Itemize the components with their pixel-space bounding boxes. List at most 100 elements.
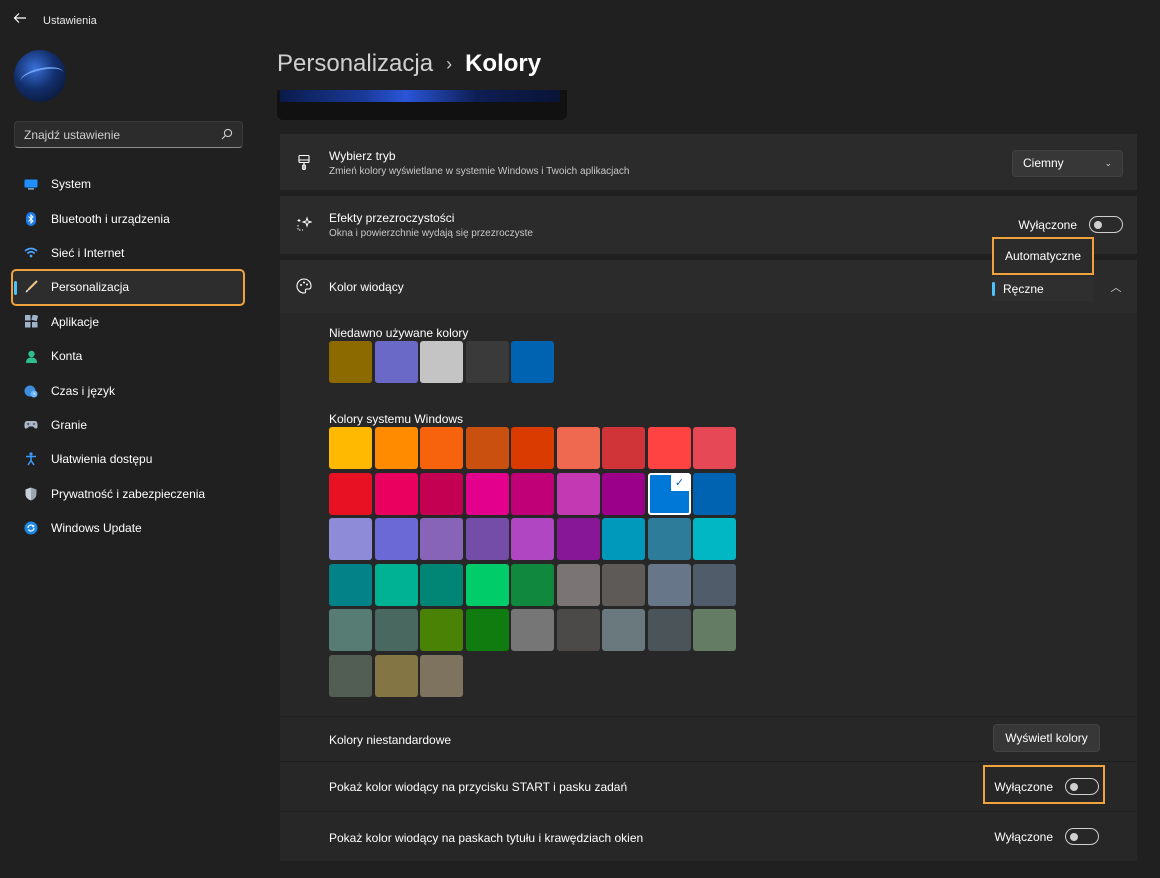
windows-color-swatch[interactable] — [556, 472, 600, 515]
windows-color-swatch[interactable] — [602, 563, 645, 606]
recent-color-swatch[interactable] — [329, 341, 372, 383]
sidebar-item-privacy[interactable]: Prywatność i zabezpieczenia — [12, 477, 244, 511]
windows-color-swatch[interactable] — [602, 472, 645, 515]
breadcrumb-parent[interactable]: Personalizacja — [277, 50, 433, 78]
chevron-up-icon[interactable]: ︿ — [1105, 278, 1127, 298]
mode-title: Wybierz tryb — [329, 149, 396, 163]
accent-option-manual[interactable]: Ręczne — [992, 277, 1093, 301]
windows-color-swatch[interactable] — [693, 609, 736, 652]
update-icon — [24, 521, 38, 535]
windows-color-swatch[interactable] — [647, 609, 691, 652]
windows-color-swatch[interactable] — [374, 518, 418, 561]
windows-color-swatch[interactable] — [420, 427, 463, 469]
windows-color-swatch[interactable] — [465, 427, 509, 469]
sidebar-item-time-language[interactable]: Czas i język — [12, 373, 244, 407]
transparency-toggle[interactable] — [1089, 216, 1123, 233]
sidebar-item-gaming[interactable]: Granie — [12, 408, 244, 442]
windows-color-swatch[interactable] — [647, 427, 691, 469]
windows-color-swatch[interactable] — [511, 563, 554, 606]
windows-color-swatch[interactable] — [420, 518, 463, 561]
view-colors-button[interactable]: Wyświetl kolory — [993, 724, 1100, 752]
sidebar-item-accounts[interactable]: Konta — [12, 339, 244, 373]
recent-color-swatch[interactable] — [511, 341, 554, 383]
show-accent-titlebars-toggle[interactable] — [1065, 828, 1099, 845]
globe-clock-icon — [24, 384, 38, 398]
windows-color-swatch[interactable] — [420, 655, 463, 697]
show-accent-titlebars-label: Pokaż kolor wiodący na paskach tytułu i … — [329, 831, 644, 845]
windows-color-swatch[interactable] — [329, 472, 372, 515]
windows-color-swatch[interactable] — [374, 427, 418, 469]
app-title: Ustawienia — [43, 15, 97, 27]
transparency-toggle-group: Wyłączone — [1018, 216, 1123, 233]
windows-color-swatch[interactable] — [374, 472, 418, 515]
windows-color-swatch[interactable] — [329, 563, 372, 606]
sidebar-item-personalization[interactable]: Personalizacja — [11, 269, 245, 306]
windows-color-swatch[interactable] — [329, 427, 372, 469]
sidebar-item-bluetooth[interactable]: Bluetooth i urządzenia — [12, 201, 244, 235]
windows-color-swatch[interactable] — [374, 563, 418, 606]
windows-color-swatch[interactable] — [420, 563, 463, 606]
recent-color-swatch[interactable] — [374, 341, 418, 383]
windows-color-swatch[interactable] — [556, 563, 600, 606]
windows-color-swatch[interactable] — [465, 472, 509, 515]
windows-color-swatch[interactable] — [602, 427, 645, 469]
mode-description: Zmień kolory wyświetlane w systemie Wind… — [329, 166, 630, 177]
windows-color-swatch[interactable] — [511, 518, 554, 561]
show-accent-titlebars-state: Wyłączone — [994, 829, 1053, 844]
windows-color-swatch[interactable] — [693, 563, 736, 606]
windows-color-swatch[interactable] — [465, 609, 509, 652]
show-accent-titlebars-toggle-group: Wyłączone — [994, 828, 1099, 845]
windows-color-swatch[interactable] — [329, 655, 372, 697]
windows-color-swatch[interactable] — [374, 655, 418, 697]
sidebar-item-windows-update[interactable]: Windows Update — [12, 511, 244, 545]
windows-color-swatch[interactable] — [693, 427, 736, 469]
windows-color-swatch[interactable] — [420, 472, 463, 515]
windows-color-swatch[interactable] — [420, 609, 463, 652]
chevron-down-icon: ⌄ — [1104, 158, 1112, 168]
windows-color-swatch[interactable] — [465, 518, 509, 561]
windows-color-swatch[interactable] — [374, 609, 418, 652]
sidebar-item-network[interactable]: Sieć i Internet — [12, 236, 244, 270]
shield-icon — [24, 487, 38, 501]
wifi-icon — [24, 246, 38, 260]
show-accent-titlebars-row: Pokaż kolor wiodący na paskach tytułu i … — [280, 811, 1137, 861]
accent-option-automatic[interactable]: Automatyczne — [992, 237, 1094, 275]
search-icon[interactable] — [221, 128, 233, 140]
windows-color-swatch[interactable] — [511, 427, 554, 469]
mode-dropdown[interactable]: Ciemny ⌄ — [1012, 150, 1123, 177]
windows-color-swatch[interactable] — [556, 609, 600, 652]
windows-color-swatch[interactable] — [693, 518, 736, 561]
windows-color-swatch[interactable] — [329, 609, 372, 652]
recent-color-swatch[interactable] — [465, 341, 509, 383]
windows-color-swatch[interactable] — [465, 563, 509, 606]
sidebar-item-system[interactable]: System — [12, 167, 244, 201]
selected-color-swatch[interactable] — [647, 472, 691, 515]
search-box[interactable] — [14, 121, 243, 148]
sidebar-item-apps[interactable]: Aplikacje — [12, 305, 244, 339]
accessibility-icon — [24, 452, 38, 466]
windows-color-swatch[interactable] — [602, 609, 645, 652]
back-arrow-icon[interactable] — [10, 10, 30, 30]
windows-color-swatch[interactable] — [329, 518, 372, 561]
show-accent-start-label: Pokaż kolor wiodący na przycisku START i… — [329, 780, 628, 794]
transparency-description: Okna i powierzchnie wydają się przezrocz… — [329, 228, 533, 239]
bluetooth-icon — [24, 211, 38, 226]
transparency-title: Efekty przezroczystości — [329, 211, 455, 225]
sidebar-item-accessibility[interactable]: Ułatwienia dostępu — [12, 442, 244, 476]
mode-card: Wybierz tryb Zmień kolory wyświetlane w … — [280, 134, 1137, 190]
windows-color-swatch[interactable] — [556, 518, 600, 561]
windows-color-swatch[interactable] — [556, 427, 600, 469]
windows-color-swatch[interactable] — [647, 563, 691, 606]
avatar[interactable] — [14, 50, 66, 102]
windows-color-swatch[interactable] — [693, 472, 736, 515]
apps-icon — [24, 315, 38, 329]
windows-color-swatch[interactable] — [511, 609, 554, 652]
transparency-toggle-state: Wyłączone — [1018, 217, 1077, 232]
windows-color-swatch[interactable] — [602, 518, 645, 561]
windows-color-swatch[interactable] — [647, 518, 691, 561]
monitor-icon — [24, 177, 38, 191]
windows-color-swatch[interactable] — [511, 472, 554, 515]
custom-colors-row: Kolory niestandardowe Wyświetl kolory — [280, 716, 1137, 761]
recent-color-swatch[interactable] — [420, 341, 463, 383]
search-input[interactable] — [15, 122, 205, 147]
